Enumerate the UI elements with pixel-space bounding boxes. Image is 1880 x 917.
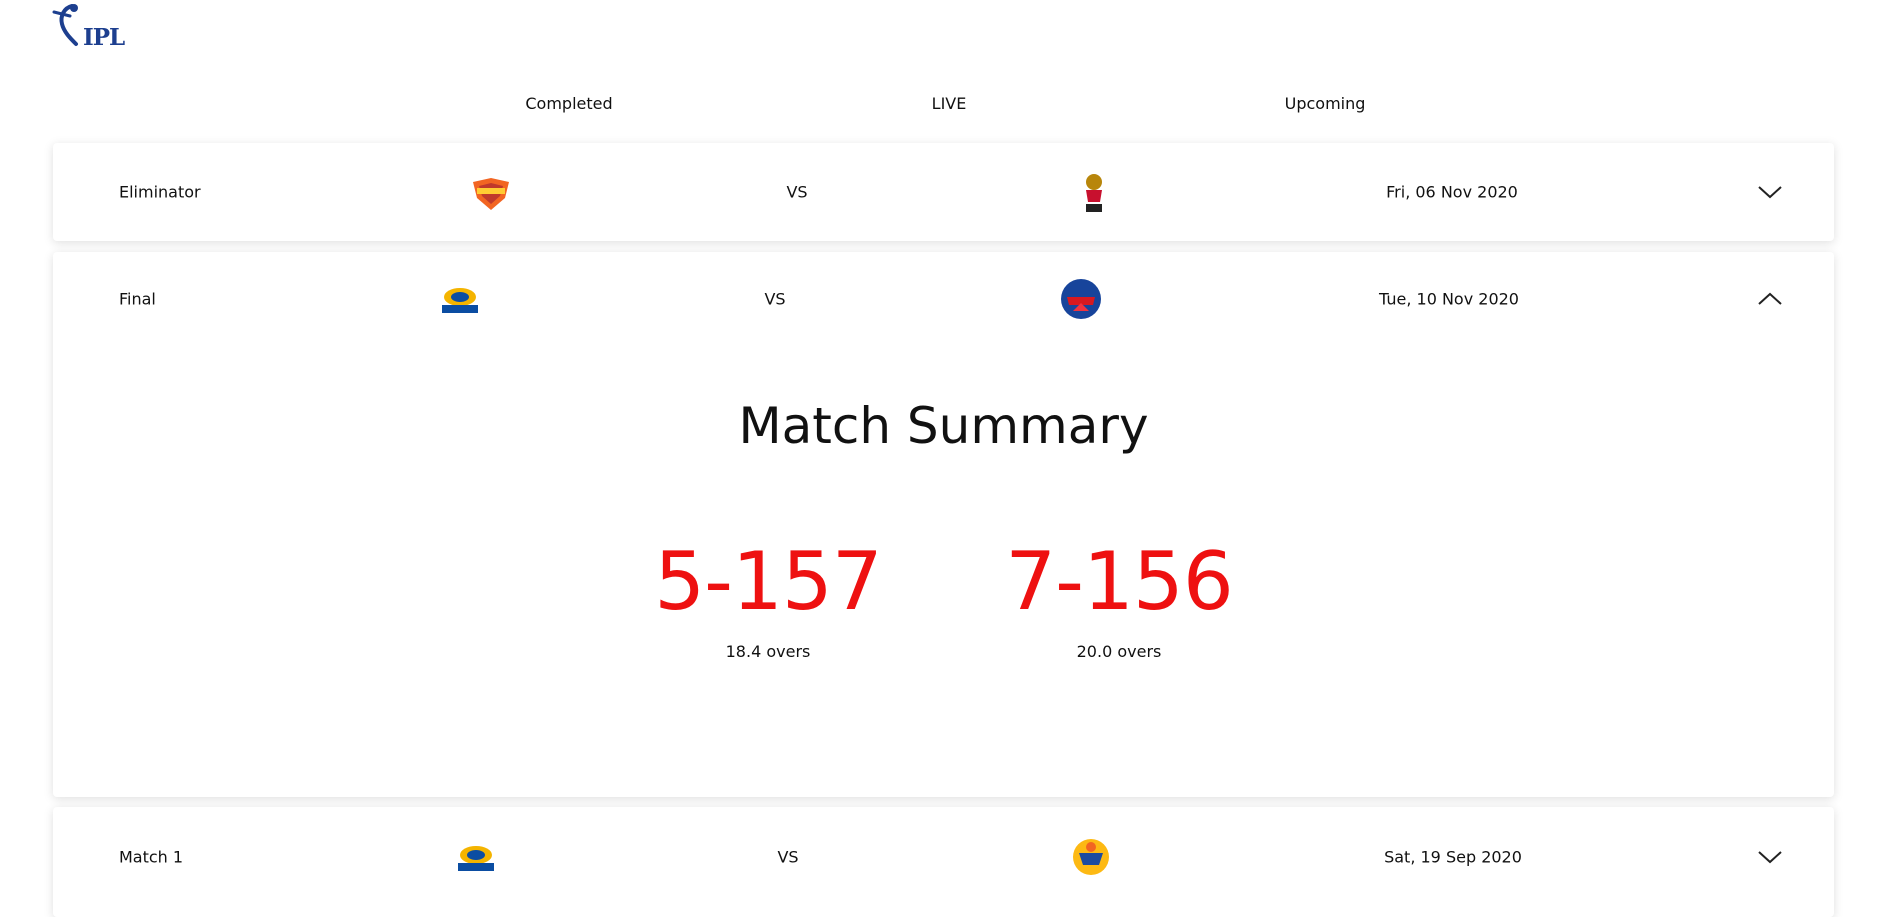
chevron-down-icon[interactable] xyxy=(1757,184,1783,200)
innings-score: 5-157 xyxy=(654,535,882,628)
vs-label: VS xyxy=(777,847,799,867)
match-stage: Match 1 xyxy=(119,847,184,867)
match-card-final: Final VS Tue, 10 Nov 2020 Match Summary … xyxy=(53,252,1834,797)
match-date: Tue, 10 Nov 2020 xyxy=(1379,289,1519,309)
match-date: Sat, 19 Sep 2020 xyxy=(1384,847,1522,867)
mumbai-indians-logo xyxy=(452,833,500,881)
match-header-row[interactable]: Final VS Tue, 10 Nov 2020 xyxy=(53,252,1834,346)
match-stage: Eliminator xyxy=(119,182,201,202)
match-summary-title: Match Summary xyxy=(738,397,1149,455)
match-header-row[interactable]: Eliminator VS Fri, 06 Nov 2020 xyxy=(53,143,1834,241)
chennai-super-kings-logo xyxy=(1067,833,1115,881)
mumbai-indians-logo xyxy=(436,275,484,323)
innings-overs: 18.4 overs xyxy=(725,642,811,661)
tab-live[interactable]: LIVE xyxy=(932,94,967,113)
vs-label: VS xyxy=(764,289,786,309)
royal-challengers-bangalore-logo xyxy=(1070,168,1118,216)
match-status-tabs: Completed LIVE Upcoming xyxy=(0,94,1880,118)
innings-score: 7-156 xyxy=(1005,535,1233,628)
match-card-eliminator: Eliminator VS Fri, 06 Nov 2020 xyxy=(53,143,1834,241)
tab-completed[interactable]: Completed xyxy=(525,94,612,113)
sunrisers-hyderabad-logo xyxy=(467,168,515,216)
match-header-row[interactable]: Match 1 VS Sat, 19 Sep 2020 xyxy=(53,807,1834,907)
delhi-capitals-logo xyxy=(1057,275,1105,323)
ipl-logo[interactable]: IPL xyxy=(50,2,128,52)
vs-label: VS xyxy=(786,182,808,202)
innings-2-summary: 7-156 20.0 overs xyxy=(1005,535,1233,662)
chevron-down-icon[interactable] xyxy=(1757,849,1783,865)
tab-upcoming[interactable]: Upcoming xyxy=(1285,94,1366,113)
innings-overs: 20.0 overs xyxy=(1076,642,1162,661)
match-card-match-1: Match 1 VS Sat, 19 Sep 2020 xyxy=(53,807,1834,917)
chevron-up-icon[interactable] xyxy=(1757,291,1783,307)
logo-text: IPL xyxy=(83,24,125,51)
innings-1-summary: 5-157 18.4 overs xyxy=(654,535,882,662)
match-stage: Final xyxy=(119,289,156,309)
match-date: Fri, 06 Nov 2020 xyxy=(1386,182,1518,202)
